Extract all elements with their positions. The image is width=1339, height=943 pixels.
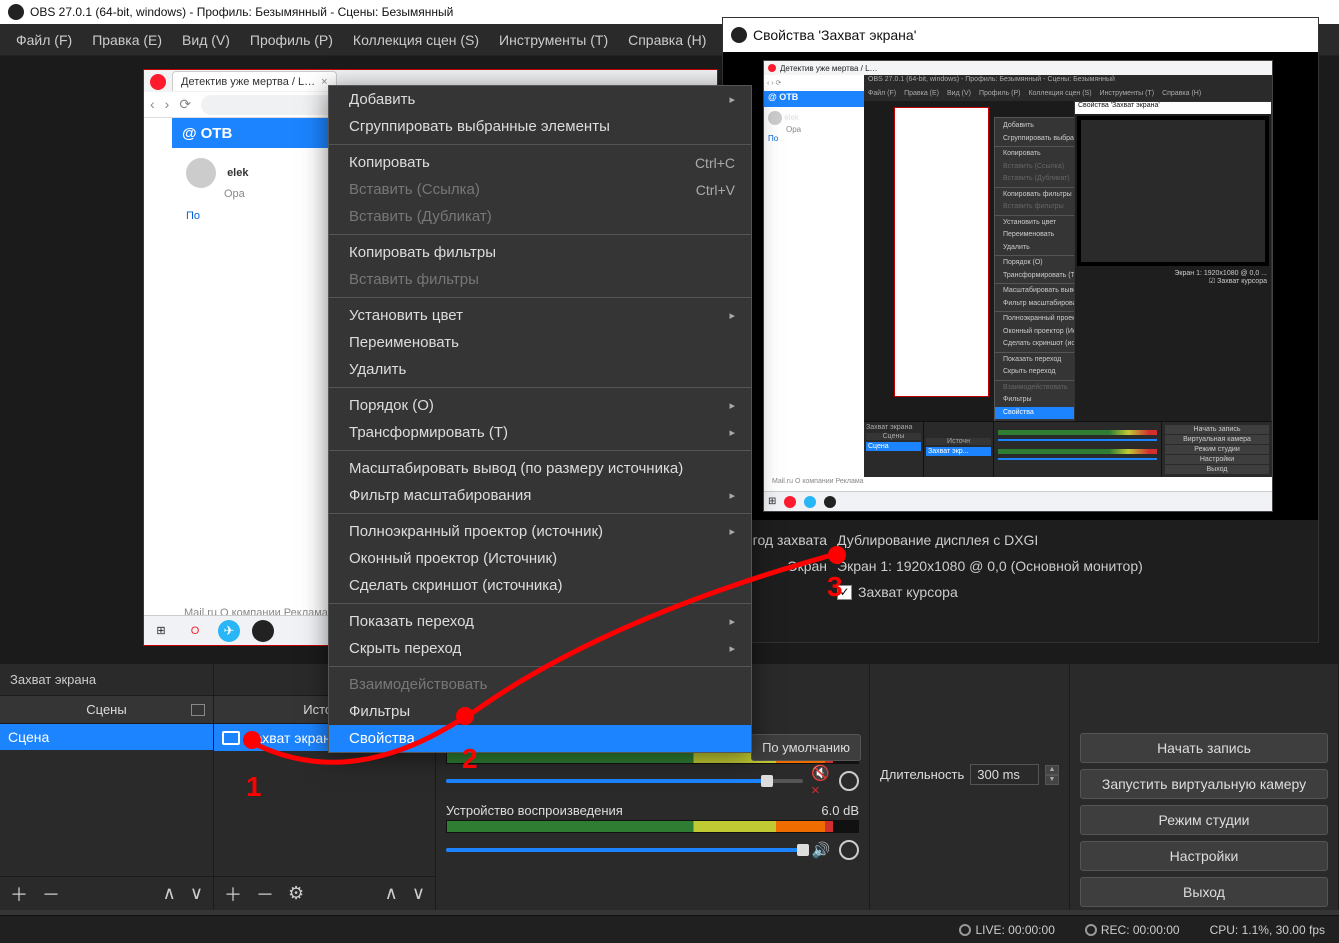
browser-tab-active: Детектив уже мертва / L…× bbox=[172, 71, 337, 91]
source-context-menu: Добавить▸ Сгруппировать выбранные элемен… bbox=[328, 85, 752, 753]
capture-cursor-checkbox[interactable]: ✓ bbox=[837, 585, 852, 600]
playback-settings-icon[interactable] bbox=[839, 840, 859, 860]
controls-dock: Начать запись Запустить виртуальную каме… bbox=[1070, 664, 1339, 910]
playback-vu-meter bbox=[446, 820, 859, 833]
properties-preview: Детектив уже мертва / L… OBS 27.0.1 (64-… bbox=[723, 52, 1318, 520]
playback-volume-slider[interactable] bbox=[446, 848, 803, 852]
menu-file[interactable]: Файл (F) bbox=[6, 28, 82, 52]
settings-button[interactable]: Настройки bbox=[1080, 841, 1328, 871]
menu-tools[interactable]: Инструменты (T) bbox=[489, 28, 618, 52]
sources-toolbar: ＋ － ⚙ ∧ ∨ bbox=[214, 876, 435, 910]
add-source-button[interactable]: ＋ bbox=[224, 881, 242, 907]
transition-duration-label: Длительность bbox=[880, 767, 964, 782]
start-recording-button[interactable]: Начать запись bbox=[1080, 733, 1328, 763]
playback-speaker-icon[interactable]: 🔊 bbox=[811, 840, 831, 860]
properties-title: Свойства 'Захват экрана' bbox=[753, 27, 916, 43]
cm-paste-link: Вставить (Ссылка)Ctrl+V bbox=[329, 176, 751, 203]
remove-source-button[interactable]: － bbox=[256, 881, 274, 907]
screen-label: Экран bbox=[737, 558, 837, 574]
cm-add[interactable]: Добавить▸ bbox=[329, 86, 751, 113]
menu-edit[interactable]: Правка (E) bbox=[82, 28, 172, 52]
mic-settings-icon[interactable] bbox=[839, 771, 859, 791]
opera-taskbar-icon: O bbox=[184, 620, 206, 642]
source-up-button[interactable]: ∧ bbox=[385, 883, 398, 904]
menu-profile[interactable]: Профиль (P) bbox=[240, 28, 343, 52]
remove-scene-button[interactable]: － bbox=[42, 881, 60, 907]
properties-titlebar[interactable]: Свойства 'Захват экрана' bbox=[723, 18, 1318, 52]
duration-down-button[interactable]: ▼ bbox=[1045, 775, 1059, 785]
cm-properties[interactable]: Свойства bbox=[329, 725, 751, 752]
menu-view[interactable]: Вид (V) bbox=[172, 28, 240, 52]
scenes-dock: Захват экрана Сцены Сцена ＋ － ∧ ∨ bbox=[0, 664, 214, 910]
preview-source-label: Захват экрана bbox=[0, 664, 213, 695]
cm-show-transition[interactable]: Показать переход▸ bbox=[329, 608, 751, 635]
display-capture-icon bbox=[222, 731, 240, 745]
start-virtual-camera-button[interactable]: Запустить виртуальную камеру bbox=[1080, 769, 1328, 799]
scene-up-button[interactable]: ∧ bbox=[163, 883, 176, 904]
cm-scale-filter[interactable]: Фильтр масштабирования▸ bbox=[329, 482, 751, 509]
statusbar: LIVE: 00:00:00 REC: 00:00:00 CPU: 1.1%, … bbox=[0, 915, 1339, 943]
cm-delete[interactable]: Удалить bbox=[329, 356, 751, 383]
rec-indicator-icon bbox=[1085, 924, 1097, 936]
avatar bbox=[186, 158, 216, 188]
cm-window-proj[interactable]: Оконный проектор (Источник) bbox=[329, 545, 751, 572]
add-scene-button[interactable]: ＋ bbox=[10, 881, 28, 907]
transition-duration-field[interactable]: 300 ms bbox=[970, 764, 1039, 785]
mixer-playback-channel: Устройство воспроизведения 6.0 dB 🔊 bbox=[436, 797, 869, 866]
mic-volume-slider[interactable] bbox=[446, 779, 803, 783]
cm-scale-output[interactable]: Масштабировать вывод (по размеру источни… bbox=[329, 455, 751, 482]
cm-filters[interactable]: Фильтры bbox=[329, 698, 751, 725]
studio-mode-button[interactable]: Режим студии bbox=[1080, 805, 1328, 835]
start-icon: ⊞ bbox=[150, 620, 172, 642]
source-properties-button[interactable]: ⚙ bbox=[288, 883, 304, 904]
cm-paste-filters: Вставить фильтры bbox=[329, 266, 751, 293]
playback-db: 6.0 dB bbox=[821, 803, 859, 818]
menu-scene-collection[interactable]: Коллекция сцен (S) bbox=[343, 28, 489, 52]
cm-fullscreen-proj[interactable]: Полноэкранный проектор (источник)▸ bbox=[329, 518, 751, 545]
cm-group[interactable]: Сгруппировать выбранные элементы bbox=[329, 113, 751, 140]
obs-icon bbox=[8, 4, 24, 20]
transitions-dock: Длительность 300 ms ▲ ▼ bbox=[870, 664, 1070, 910]
defaults-button[interactable]: По умолчанию bbox=[751, 734, 861, 761]
obs-icon bbox=[731, 27, 747, 43]
mic-mute-icon[interactable]: 🔇× bbox=[811, 771, 831, 791]
cm-screenshot[interactable]: Сделать скриншот (источника) bbox=[329, 572, 751, 599]
properties-window[interactable]: Свойства 'Захват экрана' Детектив уже ме… bbox=[722, 17, 1319, 643]
menu-help[interactable]: Справка (H) bbox=[618, 28, 716, 52]
cm-transform[interactable]: Трансформировать (T)▸ bbox=[329, 419, 751, 446]
cm-interact: Взаимодействовать bbox=[329, 671, 751, 698]
capture-method-label: год захвата bbox=[737, 532, 837, 548]
opera-icon bbox=[150, 74, 166, 90]
scene-item[interactable]: Сцена bbox=[0, 724, 213, 750]
capture-cursor-label: Захват курсора bbox=[858, 584, 958, 600]
live-time: LIVE: 00:00:00 bbox=[975, 923, 1054, 937]
live-indicator-icon bbox=[959, 924, 971, 936]
source-down-button[interactable]: ∨ bbox=[412, 883, 425, 904]
cm-rename[interactable]: Переименовать bbox=[329, 329, 751, 356]
cm-copy-filters[interactable]: Копировать фильтры bbox=[329, 239, 751, 266]
duration-up-button[interactable]: ▲ bbox=[1045, 765, 1059, 775]
telegram-taskbar-icon: ✈ bbox=[218, 620, 240, 642]
exit-button[interactable]: Выход bbox=[1080, 877, 1328, 907]
capture-method-value[interactable]: Дублирование дисплея с DXGI bbox=[837, 532, 1304, 548]
cm-set-color[interactable]: Установить цвет▸ bbox=[329, 302, 751, 329]
window-title: OBS 27.0.1 (64-bit, windows) - Профиль: … bbox=[30, 5, 453, 19]
obs-taskbar-icon bbox=[252, 620, 274, 642]
playback-label: Устройство воспроизведения bbox=[446, 803, 623, 818]
rec-time: REC: 00:00:00 bbox=[1101, 923, 1180, 937]
cm-copy[interactable]: КопироватьCtrl+C bbox=[329, 149, 751, 176]
cpu-fps: CPU: 1.1%, 30.00 fps bbox=[1210, 923, 1325, 937]
cm-order[interactable]: Порядок (O)▸ bbox=[329, 392, 751, 419]
scenes-header: Сцены bbox=[0, 695, 213, 724]
cm-hide-transition[interactable]: Скрыть переход▸ bbox=[329, 635, 751, 662]
scenes-toolbar: ＋ － ∧ ∨ bbox=[0, 876, 213, 910]
browser-nav-buttons: ‹›⟳ bbox=[150, 96, 191, 113]
scene-down-button[interactable]: ∨ bbox=[190, 883, 203, 904]
cm-paste-dup: Вставить (Дубликат) bbox=[329, 203, 751, 230]
screen-value[interactable]: Экран 1: 1920x1080 @ 0,0 (Основной монит… bbox=[837, 558, 1304, 574]
dock-popout-icon[interactable] bbox=[191, 704, 205, 716]
